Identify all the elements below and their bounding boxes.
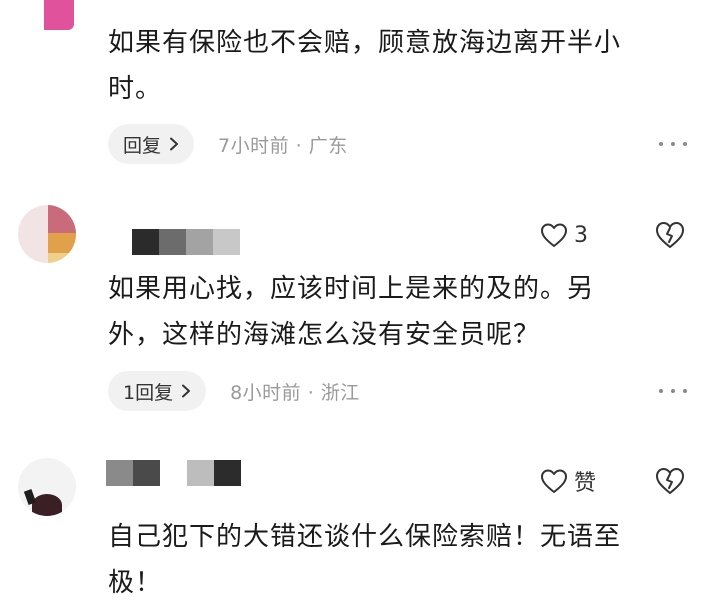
comment-text: 自己犯下的大错还谈什么保险索赔！无语至 极！ xyxy=(108,522,622,598)
comment-3: 赞 自己犯下的大错还谈什么保险索赔！无语至 极！ xyxy=(0,0,719,598)
broken-heart-icon[interactable] xyxy=(654,466,686,496)
like-label: 赞 xyxy=(574,471,597,496)
username-redacted[interactable] xyxy=(106,460,241,486)
like-button[interactable]: 赞 xyxy=(540,466,596,496)
avatar[interactable] xyxy=(18,458,76,516)
heart-icon xyxy=(541,469,567,493)
